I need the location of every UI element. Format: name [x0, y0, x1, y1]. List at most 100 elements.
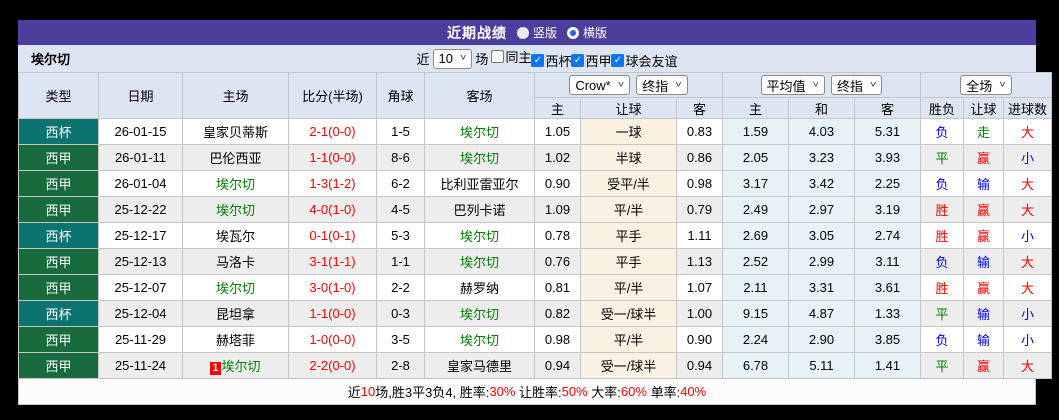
col-header-type: 类型	[18, 72, 99, 119]
away-odds-cell: 1.00	[676, 300, 723, 327]
date-cell: 26-01-11	[98, 144, 183, 171]
page-title: 近期战绩	[446, 24, 507, 41]
odds-stage-1-value: 终指	[642, 78, 669, 94]
corner-cell: 5-3	[376, 222, 425, 249]
bookmaker-select[interactable]: Crow* ˅	[569, 75, 631, 95]
filter-checkbox-同主[interactable]: 同主	[491, 47, 531, 66]
filter-checkbox-西杯[interactable]: 西杯	[531, 51, 571, 70]
summary-stat-value: 60%	[620, 384, 647, 399]
summary-stat-value: 30%	[489, 384, 516, 399]
average-select-value: 平均值	[766, 78, 806, 94]
away-odds-cell: 0.98	[676, 170, 723, 197]
type-cell: 西甲	[18, 352, 99, 379]
layout-radio-horizontal[interactable]: 横版	[567, 24, 607, 41]
checkbox-checked-icon[interactable]	[531, 54, 545, 68]
match-count-value: 10	[438, 51, 453, 66]
goals-cell: 大	[1003, 196, 1052, 223]
home-odds-cell: 0.78	[534, 222, 581, 249]
avg-home-cell: 3.17	[722, 170, 789, 197]
filter-checkbox-球会友谊[interactable]: 球会友谊	[611, 51, 678, 70]
checkbox-checked-icon[interactable]	[571, 54, 585, 68]
avg-draw-cell: 3.42	[788, 170, 855, 197]
score-cell: 1-3(1-2)	[288, 170, 377, 197]
home-odds-cell: 0.82	[534, 300, 581, 327]
home-team-name: 埃瓦尔	[215, 229, 255, 244]
handicap-cell: 半球	[580, 144, 677, 171]
home-team-cell: 埃瓦尔	[182, 222, 289, 249]
avg-away-cell: 3.93	[854, 144, 921, 171]
type-cell: 西杯	[18, 222, 99, 249]
home-team-cell: 埃尔切	[182, 196, 289, 223]
type-cell: 西甲	[18, 144, 99, 171]
home-team-name: 赫塔菲	[215, 333, 255, 348]
home-team-name: 埃尔切	[215, 203, 255, 218]
away-odds-cell: 0.90	[676, 326, 723, 353]
average-select[interactable]: 平均值 ˅	[760, 75, 825, 95]
chevron-down-icon: ˅	[459, 53, 467, 63]
filter-checkbox-西甲[interactable]: 西甲	[571, 51, 611, 70]
avg-draw-cell: 5.11	[788, 352, 855, 379]
handicap-result-cell: 输	[963, 248, 1004, 275]
filter-bar: 埃尔切 近 10 ˅ 场 同主西杯西甲球会友谊	[18, 45, 1036, 72]
corner-cell: 2-8	[376, 352, 425, 379]
avg-draw-cell: 4.87	[788, 300, 855, 327]
away-odds-cell: 1.07	[676, 274, 723, 301]
home-team-cell: 昆坦拿	[182, 300, 289, 327]
result-cell: 负	[920, 248, 964, 275]
corner-cell: 0-3	[376, 300, 425, 327]
match-count-select[interactable]: 10 ˅	[432, 48, 473, 69]
goals-cell: 小	[1003, 144, 1052, 171]
fulltime-group-header: 全场 ˅	[920, 72, 1052, 98]
checkbox-unchecked-icon[interactable]	[491, 49, 505, 63]
result-cell: 胜	[920, 274, 964, 301]
home-team-name: 皇家贝蒂斯	[202, 125, 268, 140]
date-cell: 25-12-13	[98, 248, 183, 275]
away-team-cell: 埃尔切	[424, 300, 535, 327]
layout-radio-vertical[interactable]: 竖版	[516, 24, 557, 41]
odds-stage-select-2[interactable]: 终指 ˅	[831, 75, 883, 95]
handicap-result-cell: 走	[963, 118, 1004, 145]
score-cell: 2-1(0-0)	[288, 118, 377, 145]
result-cell: 胜	[920, 196, 964, 223]
avg-draw-cell: 2.90	[788, 326, 855, 353]
corner-cell: 4-5	[376, 196, 425, 223]
odds-stage-select-1[interactable]: 终指 ˅	[636, 75, 688, 95]
chevron-down-icon: ˅	[675, 79, 682, 90]
home-odds-cell: 0.94	[534, 352, 581, 379]
competition-filters: 同主西杯西甲球会友谊	[491, 47, 678, 71]
avg-draw-cell: 2.97	[788, 196, 855, 223]
handicap-cell: 平手	[580, 248, 677, 275]
corner-cell: 1-5	[376, 118, 425, 145]
result-cell: 负	[920, 118, 964, 145]
avg-home-cell: 2.24	[722, 326, 789, 353]
goals-cell: 大	[1003, 118, 1052, 145]
radio-horizontal-label: 横版	[583, 26, 608, 40]
corner-cell: 6-2	[376, 170, 425, 197]
avg-away-cell: 3.19	[854, 196, 921, 223]
average-group-header: 平均值 ˅ 终指 ˅	[722, 72, 921, 98]
away-odds-cell: 0.94	[676, 352, 723, 379]
type-cell: 西甲	[18, 248, 99, 275]
away-team-name: 埃尔切	[459, 307, 499, 322]
fulltime-select[interactable]: 全场 ˅	[960, 75, 1012, 95]
home-team-cell: 马洛卡	[182, 248, 289, 275]
home-team-cell: 赫塔菲	[182, 326, 289, 353]
avg-draw-cell: 3.05	[788, 222, 855, 249]
chevron-down-icon: ˅	[812, 79, 819, 90]
goals-cell: 小	[1003, 300, 1052, 327]
result-cell: 平	[920, 352, 964, 379]
type-cell: 西杯	[18, 118, 99, 145]
radio-checked-icon[interactable]	[567, 26, 579, 39]
result-cell: 负	[920, 326, 964, 353]
goals-cell: 小	[1003, 326, 1052, 353]
home-odds-cell: 0.90	[534, 170, 581, 197]
home-team-name: 埃尔切	[215, 281, 255, 296]
radio-unchecked-icon[interactable]	[516, 26, 529, 39]
avg-away-cell: 1.41	[854, 352, 921, 379]
away-team-cell: 埃尔切	[424, 248, 535, 275]
home-team-cell: 皇家贝蒂斯	[182, 118, 289, 145]
goals-cell: 小	[1003, 222, 1052, 249]
checkbox-checked-icon[interactable]	[611, 54, 625, 68]
chevron-down-icon: ˅	[617, 79, 625, 90]
bookmaker-group-header: Crow* ˅ 终指 ˅	[534, 72, 723, 98]
